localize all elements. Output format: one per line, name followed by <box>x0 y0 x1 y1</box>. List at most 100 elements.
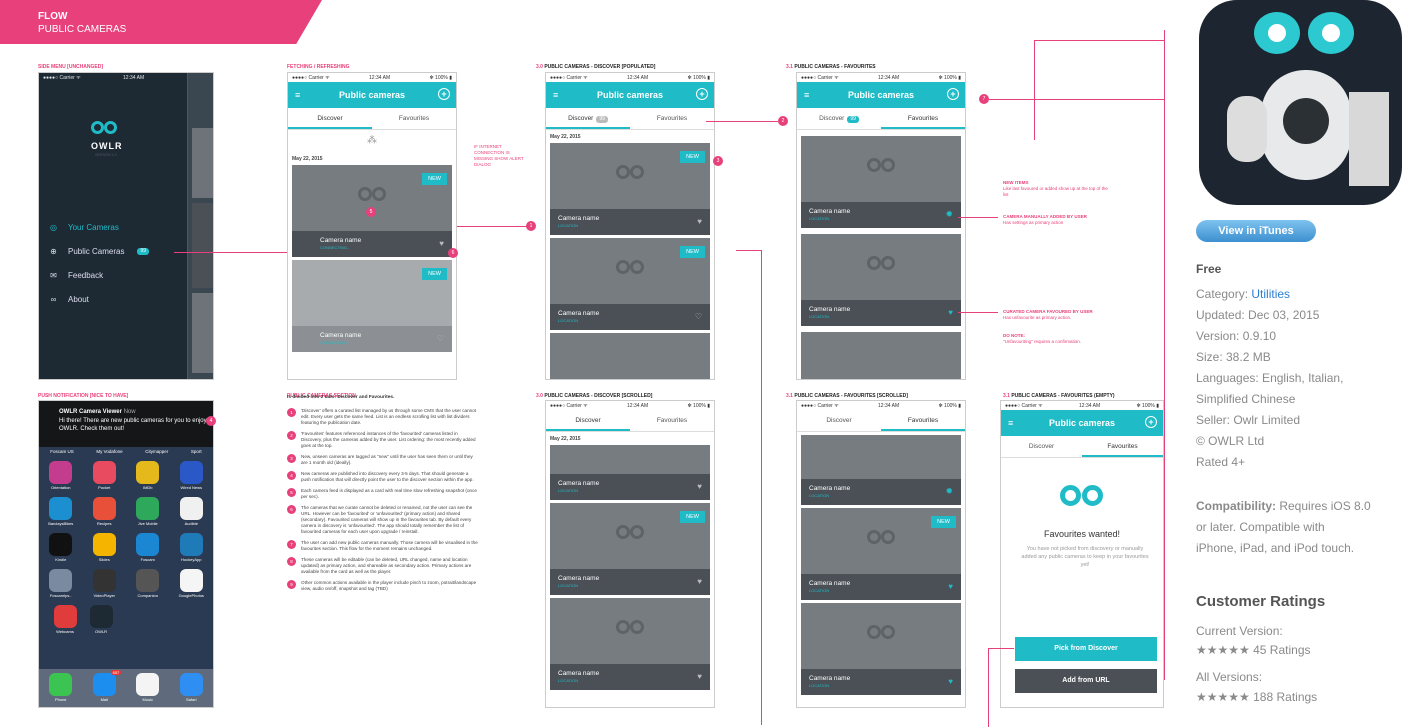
camera-card[interactable]: Camera name LOCATION ✹ <box>801 435 961 505</box>
camera-card[interactable]: NEW Camera name LOCATION ♥ <box>550 143 710 235</box>
heart-icon[interactable]: ♥ <box>697 482 702 491</box>
camera-card[interactable]: NEW Camera name CONNECTING... ♡ <box>292 260 452 352</box>
view-in-itunes-button[interactable]: View in iTunes <box>1196 220 1316 242</box>
app-webcams[interactable]: Webcams <box>52 605 78 637</box>
camera-card[interactable]: Camera name LOCATION ♥ <box>550 598 710 690</box>
camera-card[interactable] <box>801 332 961 379</box>
app-owlr[interactable]: OWLR <box>88 605 114 637</box>
add-icon[interactable]: + <box>947 88 959 100</box>
app-label: Music <box>142 697 153 702</box>
phone-favourites-scrolled: ●●●●○ Carrier ᯤ 12:34 AM ✻ 100% ▮ Discover… <box>796 400 966 708</box>
app-foscam[interactable]: Foscam <box>135 533 161 565</box>
app-label: Foscam <box>140 557 155 562</box>
camera-name: Camera name <box>809 485 851 492</box>
heart-icon[interactable]: ♥ <box>948 308 953 317</box>
app-recipes[interactable]: Recipes <box>91 497 117 529</box>
heart-icon[interactable]: ♥ <box>697 672 702 681</box>
camera-card[interactable] <box>550 333 710 379</box>
menu-icon[interactable]: ≡ <box>295 90 300 100</box>
app-videoplayer[interactable]: VideoPlayer <box>91 569 117 601</box>
camera-card[interactable]: NEW Camera name LOCATION ♥ <box>550 503 710 595</box>
tab-discover[interactable]: Discover <box>797 410 881 431</box>
tab-bar: Discover Favourites <box>288 108 456 130</box>
tab-favourites[interactable]: Favourites <box>1082 436 1163 457</box>
app-kindle[interactable]: Kindle <box>48 533 74 565</box>
step: 4 New cameras are published into discover… <box>287 471 479 483</box>
tab-discover[interactable]: Discover 99 <box>546 108 630 129</box>
settings-gear-icon[interactable]: ✹ <box>945 209 953 220</box>
rated[interactable]: Rated 4+ <box>1196 455 1245 469</box>
tab-favourites[interactable]: Favourites <box>881 108 965 129</box>
app-orientation[interactable]: Orientation <box>48 461 74 493</box>
updated: Updated: Dec 03, 2015 <box>1196 308 1320 322</box>
app-imdb[interactable]: IMDb <box>135 461 161 493</box>
app-hockey[interactable]: HockeyApp <box>178 533 204 565</box>
heart-icon[interactable]: ♥ <box>697 217 702 226</box>
app-music[interactable]: Music <box>135 673 161 707</box>
app-safari[interactable]: Safari <box>178 673 204 707</box>
heart-icon[interactable]: ♥ <box>948 582 953 591</box>
app-mail[interactable]: 657 Mail <box>91 670 122 707</box>
settings-gear-icon[interactable]: ✹ <box>945 486 953 497</box>
pick-from-discover-button[interactable]: Pick from Discover <box>1015 637 1157 661</box>
camera-name: Camera name <box>558 310 600 317</box>
add-icon[interactable]: + <box>696 88 708 100</box>
app-row: Orientation Pocket IMDb Wired News <box>39 461 213 493</box>
camera-card[interactable]: Camera name LOCATION ♥ <box>801 234 961 326</box>
camera-card[interactable]: NEW Camera name LOCATION ♥ <box>801 508 961 600</box>
menu-icon[interactable]: ≡ <box>804 90 809 100</box>
tab-discover[interactable]: Discover <box>1001 436 1082 457</box>
section-label: PUBLIC CAMERAS - FAVOURITES [SCROLLED] <box>794 393 908 399</box>
tab-favourites[interactable]: Favourites <box>881 410 965 431</box>
camera-card[interactable]: Camera name LOCATION ✹ <box>801 136 961 228</box>
phone-favourites: ●●●●○ Carrier ᯤ 12:34 AM ✻ 100% ▮ ≡ Public … <box>796 72 966 380</box>
tab-discover[interactable]: Discover <box>546 410 630 431</box>
navbar-title: Public cameras <box>596 90 664 100</box>
add-icon[interactable]: + <box>1145 416 1157 428</box>
push-notification-banner[interactable]: OWLR Camera Viewer Now Hi there! There a… <box>39 401 213 447</box>
menu-item-public-cameras[interactable]: ⊕ Public Cameras 99 <box>49 247 150 256</box>
app-pocket[interactable]: Pocket <box>91 461 117 493</box>
tab-discover[interactable]: Discover <box>288 108 372 129</box>
note-new-items: NEW ITEMS Like last favoured or added sho… <box>1003 180 1113 198</box>
menu-icon[interactable]: ≡ <box>553 90 558 100</box>
app-audible[interactable]: Audible <box>178 497 204 529</box>
app-foscamips[interactable]: FoscamIps.. <box>48 569 74 601</box>
owl-placeholder-icon <box>616 620 644 635</box>
camera-card[interactable]: NEW Camera name LOCATION ♡ <box>550 238 710 330</box>
heart-icon[interactable]: ♥ <box>948 677 953 686</box>
tab-favourites[interactable]: Favourites <box>630 108 714 129</box>
menu-icon[interactable]: ≡ <box>1008 418 1013 428</box>
camera-card[interactable]: Camera name LOCATION ♥ <box>550 445 710 500</box>
phone-icon <box>49 673 73 696</box>
tab-favourites[interactable]: Favourites <box>372 108 456 129</box>
peek-card <box>192 203 213 288</box>
heart-icon[interactable]: ♡ <box>695 312 702 321</box>
app-barclays[interactable]: BarclaysBikes <box>48 497 74 529</box>
app-slides[interactable]: Slides <box>91 533 117 565</box>
add-icon[interactable]: + <box>438 88 450 100</box>
all-versions-label: All Versions: <box>1196 670 1263 684</box>
safari-icon <box>179 673 203 696</box>
app-phone[interactable]: Phone <box>48 673 74 707</box>
owl-placeholder-icon <box>616 165 644 180</box>
content-peek[interactable] <box>187 73 213 379</box>
app-companion[interactable]: Companion <box>135 569 161 601</box>
menu-item-about[interactable]: ∞ About <box>49 295 89 304</box>
tab-favourites[interactable]: Favourites <box>630 410 714 431</box>
menu-item-your-cameras[interactable]: ◎ Your Cameras <box>49 223 119 232</box>
heart-icon[interactable]: ♥ <box>697 577 702 586</box>
category-label: Category: <box>1196 287 1249 301</box>
menu-item-feedback[interactable]: ✉ Feedback <box>49 271 103 280</box>
app-wired[interactable]: Wired News <box>178 461 204 493</box>
tab-discover[interactable]: Discover 99 <box>797 108 881 129</box>
app-jive[interactable]: Jive Mobile <box>135 497 161 529</box>
carrier: ●●●●○ Carrier ᯤ <box>292 74 330 81</box>
heart-icon[interactable]: ♥ <box>439 239 444 248</box>
camera-card[interactable]: Camera name LOCATION ♥ <box>801 603 961 695</box>
category-link[interactable]: Utilities <box>1251 287 1290 301</box>
app-googlephotos[interactable]: GooglePhotos <box>178 569 204 601</box>
add-from-url-button[interactable]: Add from URL <box>1015 669 1157 693</box>
app-icon <box>179 461 203 484</box>
heart-icon[interactable]: ♡ <box>437 334 444 343</box>
